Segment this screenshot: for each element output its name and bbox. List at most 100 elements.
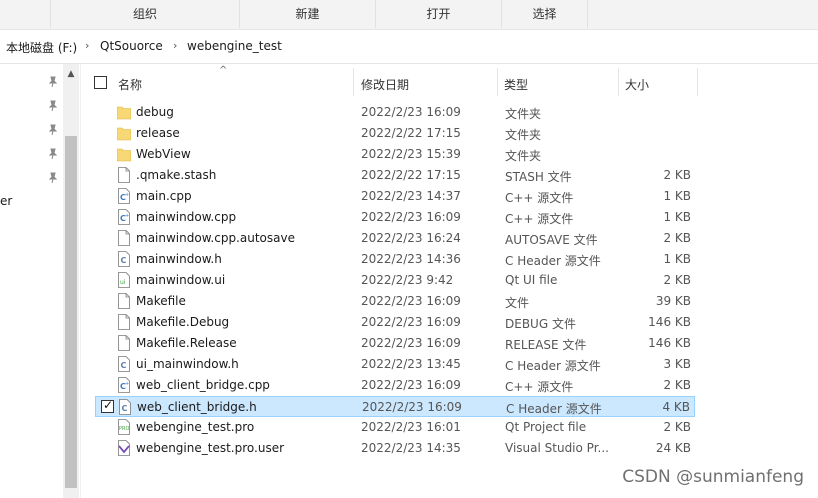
file-type: C++ 源文件 (505, 191, 574, 205)
svg-text:+: + (125, 381, 129, 387)
file-row[interactable]: debug 2022/2/23 16:09 文件夹 (95, 102, 695, 123)
breadcrumb-qtsouorce[interactable]: QtSouorce (100, 39, 163, 53)
file-type: RELEASE 文件 (505, 338, 587, 352)
file-size: 4 KB (662, 400, 690, 414)
column-header-date[interactable]: 修改日期 (361, 76, 409, 93)
ribbon-group-select[interactable]: 选择 (502, 0, 588, 28)
file-row[interactable]: Makefile.Release 2022/2/23 16:09 RELEASE 文… (95, 333, 695, 354)
breadcrumb-chevron-icon[interactable]: › (85, 39, 89, 52)
column-headers: ^ 名称 修改日期 类型 大小 (81, 64, 818, 100)
pro-file-icon: PRO (117, 419, 131, 435)
file-type: STASH 文件 (505, 170, 572, 184)
pin-icon[interactable] (47, 124, 59, 136)
column-header-type[interactable]: 类型 (504, 76, 528, 93)
file-row[interactable]: .qmake.stash 2022/2/22 17:15 STASH 文件 2 KB (95, 165, 695, 186)
file-name[interactable]: Makefile (136, 294, 186, 308)
ribbon-group-organize[interactable]: 组织 (50, 0, 240, 28)
file-date: 2022/2/23 16:09 (361, 210, 461, 224)
ribbon-group-new[interactable]: 新建 (240, 0, 376, 28)
file-row[interactable]: Makefile 2022/2/23 16:09 文件 39 KB (95, 291, 695, 312)
file-icon (117, 230, 131, 246)
file-row[interactable]: C + web_client_bridge.cpp 2022/2/23 16:09 C+… (95, 375, 695, 396)
file-row[interactable]: ✓ Cweb_client_bridge.h 2022/2/23 16:09 C He… (95, 396, 695, 417)
file-type: Qt Project file (505, 420, 587, 434)
file-icon (117, 293, 131, 309)
file-name[interactable]: mainwindow.ui (136, 273, 225, 287)
row-checkbox[interactable]: ✓ (101, 398, 114, 413)
file-name[interactable]: mainwindow.cpp.autosave (136, 231, 295, 245)
file-icon (117, 314, 131, 330)
file-type: AUTOSAVE 文件 (505, 233, 598, 247)
pin-icon[interactable] (47, 172, 59, 184)
file-date: 2022/2/23 13:45 (361, 357, 461, 371)
file-name[interactable]: WebView (136, 147, 191, 161)
nav-scrollbar-thumb[interactable] (65, 136, 77, 488)
file-size: 2 KB (663, 420, 691, 434)
file-type: Qt UI file (505, 273, 558, 287)
file-name[interactable]: Makefile.Debug (136, 315, 229, 329)
column-divider[interactable] (353, 68, 354, 96)
cpp-file-icon: C + (117, 377, 131, 393)
file-row[interactable]: Cmainwindow.h 2022/2/23 14:36 C Header 源文件… (95, 249, 695, 270)
file-type: 文件 (505, 296, 530, 310)
column-divider[interactable] (618, 68, 619, 96)
folder-icon (116, 104, 132, 120)
file-row[interactable]: webengine_test.pro.user 2022/2/23 14:35 Vi… (95, 438, 695, 459)
file-row[interactable]: Cui_mainwindow.h 2022/2/23 13:45 C Header … (95, 354, 695, 375)
file-name[interactable]: mainwindow.h (136, 252, 222, 266)
svg-text:C: C (122, 404, 128, 413)
file-name[interactable]: main.cpp (136, 189, 192, 203)
cpp-file-icon: C + (117, 188, 131, 204)
file-name[interactable]: ui_mainwindow.h (136, 357, 239, 371)
file-date: 2022/2/22 17:15 (361, 126, 461, 140)
file-name[interactable]: release (136, 126, 180, 140)
breadcrumb-current[interactable]: webengine_test (187, 39, 282, 53)
file-row[interactable]: PRO webengine_test.pro 2022/2/23 16:01 Qt P… (95, 417, 695, 438)
file-name[interactable]: web_client_bridge.cpp (136, 378, 270, 392)
file-size: 2 KB (663, 273, 691, 287)
file-type: C++ 源文件 (505, 380, 574, 394)
file-name[interactable]: .qmake.stash (136, 168, 216, 182)
file-name[interactable]: Makefile.Release (136, 336, 237, 350)
file-icon (117, 167, 131, 183)
file-row[interactable]: ui mainwindow.ui 2022/2/23 9:42 Qt UI file 2… (95, 270, 695, 291)
file-row[interactable]: WebView 2022/2/23 15:39 文件夹 (95, 144, 695, 165)
breadcrumb-drive[interactable]: 本地磁盘 (F:) (6, 39, 77, 56)
file-row[interactable]: C + main.cpp 2022/2/23 14:37 C++ 源文件 1 KB (95, 186, 695, 207)
file-name[interactable]: webengine_test.pro.user (136, 441, 284, 455)
file-date: 2022/2/22 17:15 (361, 168, 461, 182)
file-type: 文件夹 (505, 149, 542, 163)
file-name[interactable]: debug (136, 105, 174, 119)
pin-icon[interactable] (47, 100, 59, 112)
file-row[interactable]: mainwindow.cpp.autosave 2022/2/23 16:24 AU… (95, 228, 695, 249)
select-all-checkbox[interactable] (94, 76, 107, 89)
file-type: DEBUG 文件 (505, 317, 576, 331)
pin-icon[interactable] (47, 76, 59, 88)
file-row[interactable]: Makefile.Debug 2022/2/23 16:09 DEBUG 文件 146… (95, 312, 695, 333)
nav-scrollbar[interactable]: ▲ (63, 64, 79, 498)
file-row[interactable]: C + mainwindow.cpp 2022/2/23 16:09 C++ 源文件 1 … (95, 207, 695, 228)
file-date: 2022/2/23 14:35 (361, 441, 461, 455)
breadcrumb-chevron-icon[interactable]: › (173, 39, 177, 52)
file-type: 文件夹 (505, 128, 542, 142)
column-header-name[interactable]: 名称 (118, 76, 142, 93)
column-divider[interactable] (497, 68, 498, 96)
file-date: 2022/2/23 16:09 (362, 400, 462, 414)
file-name[interactable]: web_client_bridge.h (137, 400, 257, 414)
scroll-up-arrow-icon[interactable]: ▲ (66, 70, 76, 79)
file-type: C++ 源文件 (505, 212, 574, 226)
column-header-size[interactable]: 大小 (625, 76, 649, 93)
nav-item-partial[interactable]: er (0, 194, 12, 208)
svg-text:+: + (125, 192, 129, 198)
pin-icon[interactable] (47, 148, 59, 160)
ui-file-icon: ui (117, 272, 131, 288)
column-divider[interactable] (697, 68, 698, 96)
file-size: 1 KB (663, 210, 691, 224)
file-name[interactable]: mainwindow.cpp (136, 210, 236, 224)
pane-divider[interactable] (80, 64, 81, 498)
file-name[interactable]: webengine_test.pro (136, 420, 254, 434)
file-date: 2022/2/23 16:01 (361, 420, 461, 434)
file-row[interactable]: release 2022/2/22 17:15 文件夹 (95, 123, 695, 144)
ribbon-group-open[interactable]: 打开 (376, 0, 502, 28)
address-bar[interactable]: 本地磁盘 (F:) › QtSouorce › webengine_test (0, 30, 818, 64)
